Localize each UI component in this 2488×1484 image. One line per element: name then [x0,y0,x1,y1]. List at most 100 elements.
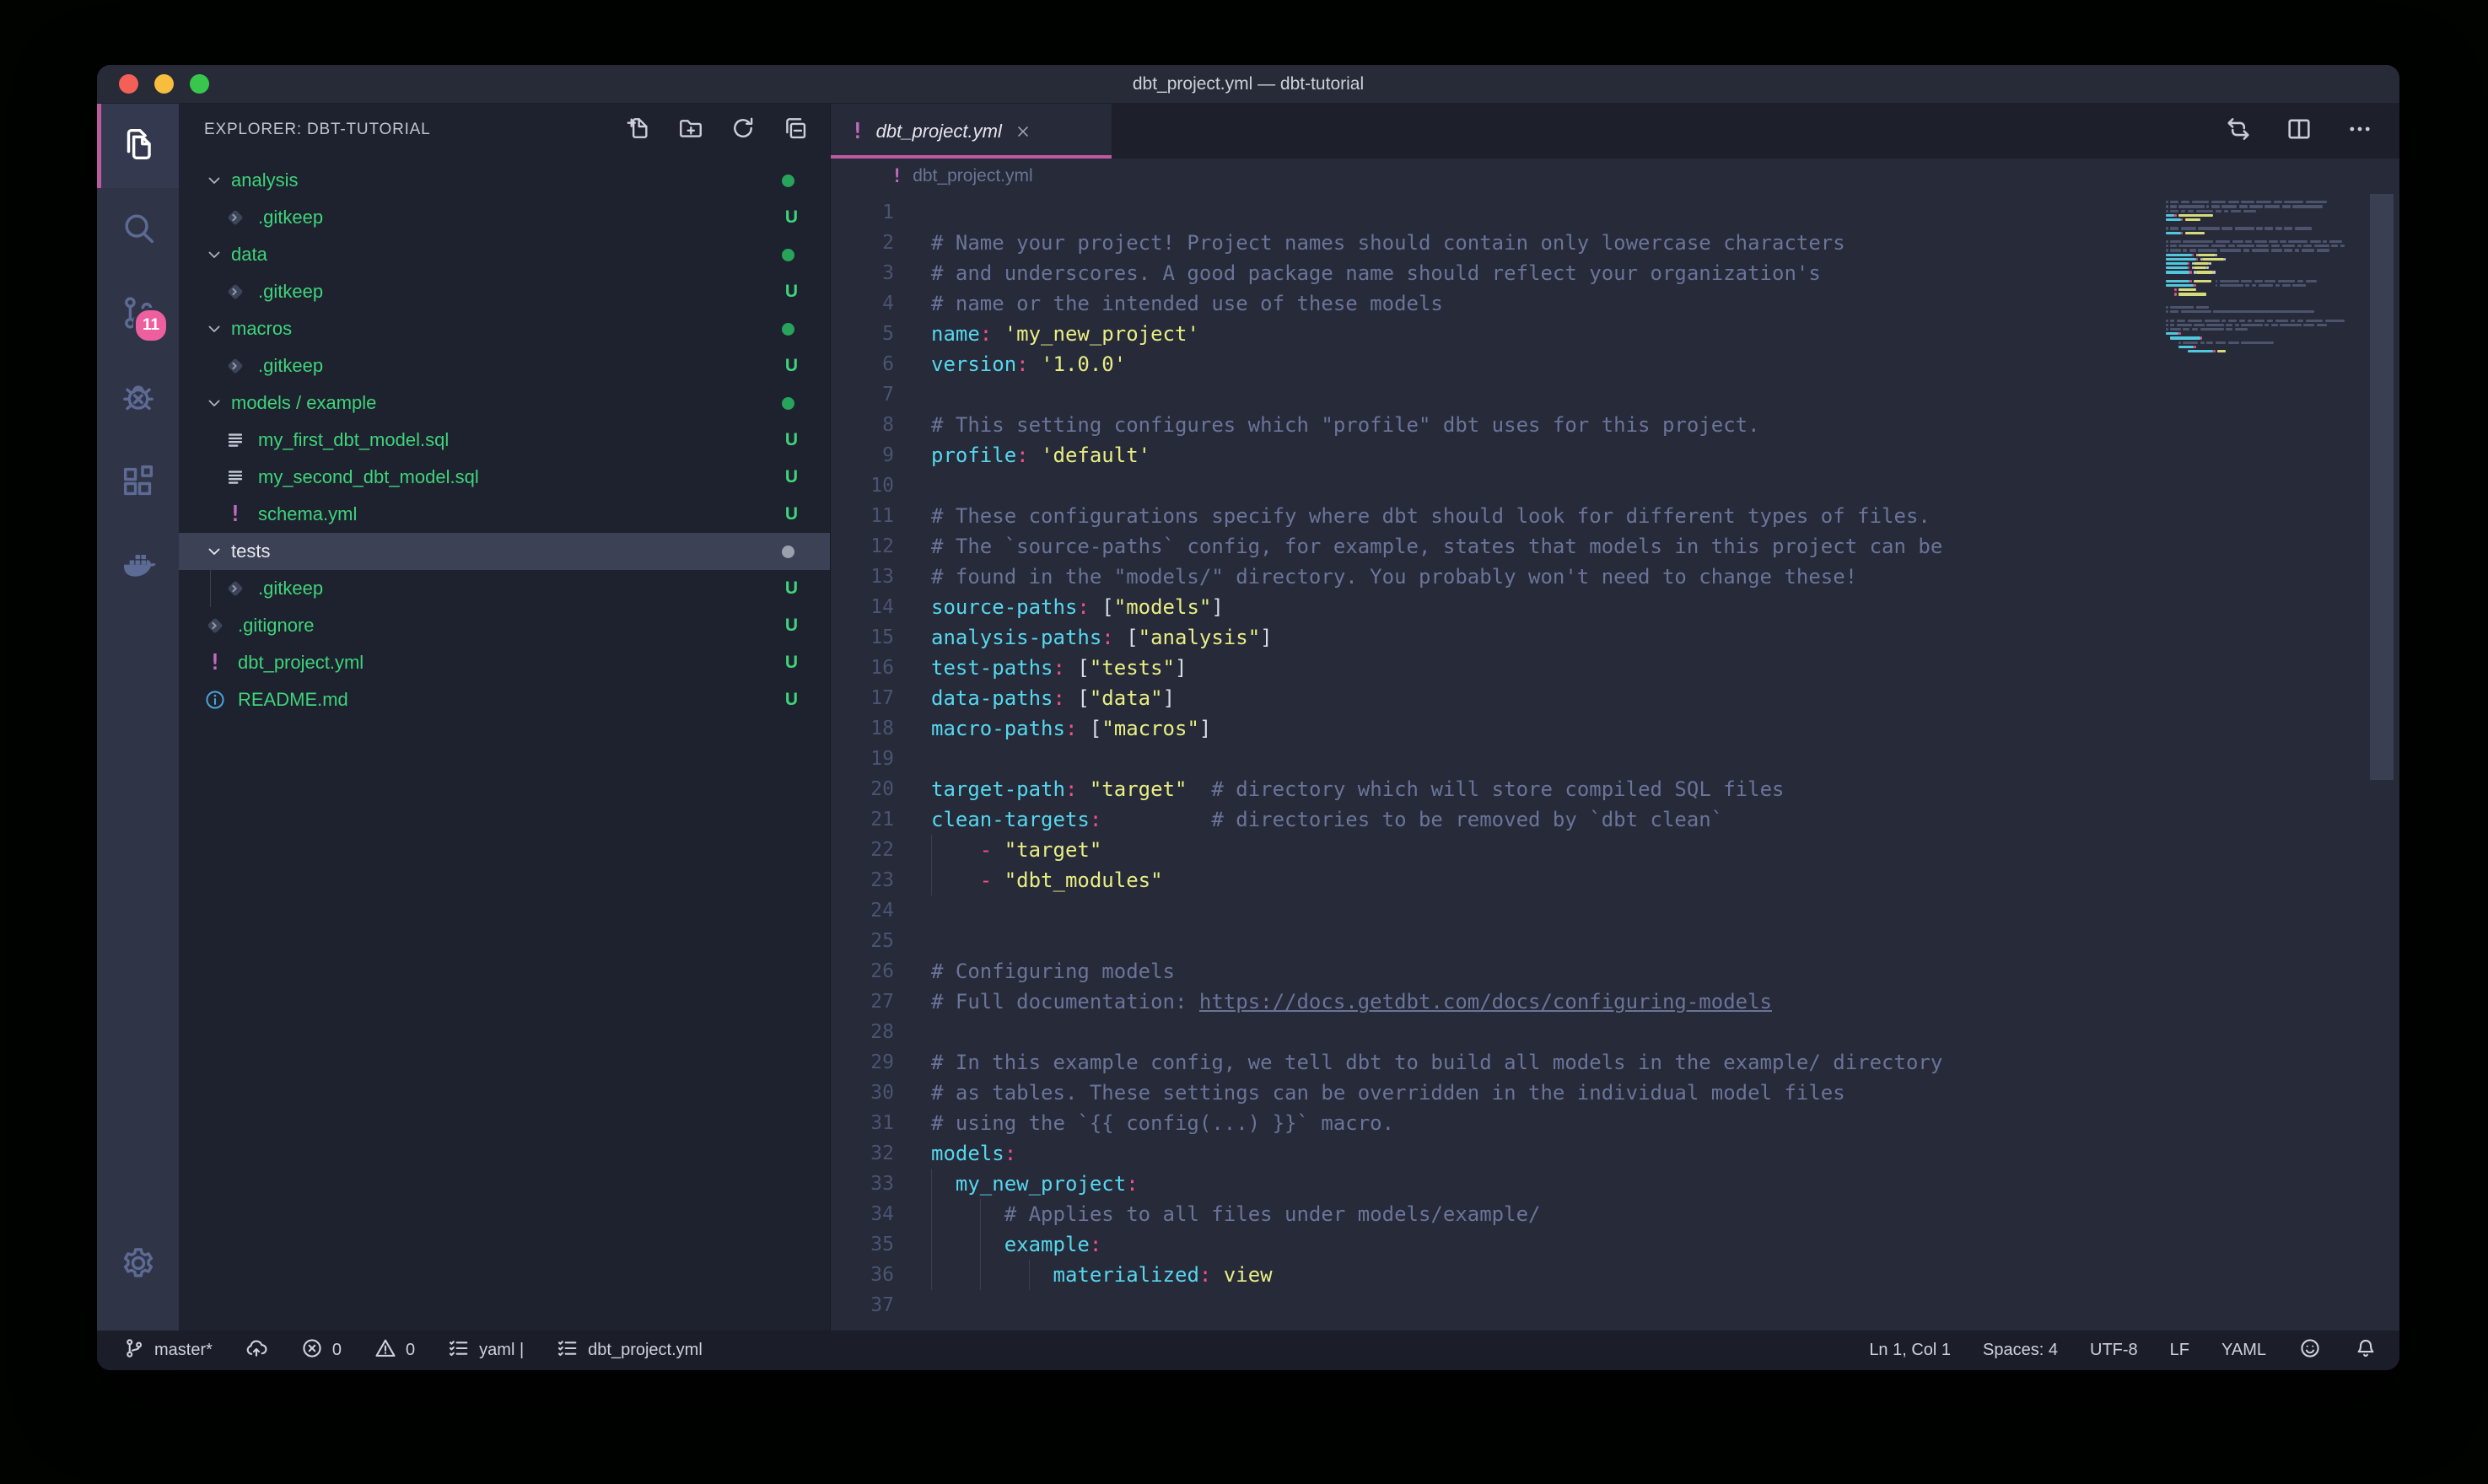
minimap-line [2170,328,2181,331]
tree-item-my-first-dbt-model-sql[interactable]: my_first_dbt_model.sqlU [179,422,830,459]
zoom-window-button[interactable] [190,74,209,94]
minimap-line [2224,210,2228,212]
status-warning-count[interactable]: 0 [374,1336,415,1365]
activity-item-explorer[interactable] [97,104,179,188]
status-feedback[interactable] [2298,1336,2322,1365]
status-notifications[interactable] [2354,1336,2378,1365]
activity-item-debug[interactable] [97,357,179,441]
tree-item--gitignore[interactable]: .gitignoreU [179,607,830,644]
status-linter-yaml[interactable]: yaml | [447,1336,524,1365]
tree-item-analysis[interactable]: analysis [179,162,830,199]
tree-item-macros[interactable]: macros [179,310,830,347]
code-editor[interactable]: 12# Name your project! Project names sho… [831,194,2399,1331]
minimap-line [2232,240,2243,243]
activity-item-extensions[interactable] [97,441,179,525]
tree-item-dbt-project-yml[interactable]: !dbt_project.ymlU [179,644,830,681]
line-number: 4 [831,293,894,315]
split-editor-button[interactable] [2281,114,2317,149]
activity-item-settings[interactable] [97,1223,179,1307]
tree-item-tests[interactable]: tests [179,533,830,570]
code-line: 2# Name your project! Project names shou… [831,228,2399,258]
activity-item-search[interactable] [97,188,179,272]
status-indentation[interactable]: Spaces: 4 [1983,1341,2058,1360]
tree-item-my-second-dbt-model-sql[interactable]: my_second_dbt_model.sqlU [179,459,830,496]
minimap-line [2188,266,2190,269]
tab-dbt-project-yml[interactable]: ! dbt_project.yml [831,104,1112,159]
activity-item-docker[interactable] [97,525,179,610]
minimap-line [2188,210,2195,212]
minimap-line [2297,245,2302,247]
documentation-link[interactable]: https://docs.getdbt.com/docs/configuring… [1199,990,1772,1014]
minimap-line [2198,227,2220,229]
minimap-line [2206,205,2209,207]
line-number: 25 [831,930,894,952]
more-actions-button[interactable] [2342,114,2378,149]
minimap[interactable] [2166,196,2368,365]
minimap-line [2183,249,2187,251]
minimap-line [2183,341,2198,344]
status-bar-left: master* 0 0 yaml | dbt_project.yml [122,1336,703,1365]
minimap-line [2178,346,2194,348]
minimap-line [2188,320,2203,322]
minimap-line [2314,245,2329,247]
tree-item--gitkeep[interactable]: .gitkeepU [179,570,830,607]
git-status-badge: U [785,356,830,376]
code-line: 30# as tables. These settings can be ove… [831,1078,2399,1108]
status-sync-status[interactable] [245,1336,268,1365]
minimap-line [2194,280,2211,282]
minimap-line [2302,249,2314,251]
refresh-button[interactable] [727,114,759,146]
minimap-line [2211,201,2227,203]
activity-bar-bottom [97,1223,179,1331]
minimap-line [2239,205,2248,207]
minimap-line [2213,271,2216,273]
minimap-line [2166,210,2168,212]
extensions-icon [119,462,158,505]
status-branch-status[interactable]: master* [122,1336,213,1365]
status-error-count[interactable]: 0 [300,1336,342,1365]
minimap-line [2166,262,2188,265]
tree-item-schema-yml[interactable]: !schema.ymlU [179,496,830,533]
line-number: 9 [831,444,894,466]
minimap-line [2205,320,2220,322]
minimap-line [2291,320,2295,322]
explorer-sidebar: EXPLORER: DBT-TUTORIAL analysis.gitkeepU… [179,104,831,1331]
minimap-line [2178,341,2181,344]
status-language-mode[interactable]: YAML [2221,1341,2266,1360]
minimap-line [2181,201,2189,203]
code-line: 19 [831,744,2399,774]
editor-scrollbar[interactable] [2370,194,2394,780]
git-status-dot [782,323,794,336]
tree-item-label: .gitkeep [258,281,785,303]
tree-item--gitkeep[interactable]: .gitkeepU [179,347,830,384]
breadcrumb[interactable]: ! dbt_project.yml [831,159,2399,194]
tree-item-models-example[interactable]: models / example [179,384,830,422]
status-cursor-position[interactable]: Ln 1, Col 1 [1869,1341,1951,1360]
activity-item-source-control[interactable]: 11 [97,272,179,357]
minimap-line [2178,332,2181,335]
minimap-line [2166,332,2178,335]
tree-item-data[interactable]: data [179,236,830,273]
minimap-line [2254,280,2263,282]
status-linter-file[interactable]: dbt_project.yml [556,1336,703,1365]
close-tab-icon[interactable] [1014,122,1032,141]
minimap-line [2241,201,2254,203]
new-file-button[interactable] [622,114,654,146]
status-encoding[interactable]: UTF-8 [2090,1341,2138,1360]
git-file-icon [223,576,248,601]
minimize-window-button[interactable] [154,74,174,94]
tree-item-readme-md[interactable]: README.mdU [179,681,830,718]
minimap-line [2202,258,2224,261]
line-number: 20 [831,778,894,800]
close-window-button[interactable] [119,74,138,94]
line-number: 19 [831,748,894,770]
tree-item--gitkeep[interactable]: .gitkeepU [179,273,830,310]
line-number: 27 [831,991,894,1013]
minimap-line [2249,205,2262,207]
status-eol[interactable]: LF [2170,1341,2189,1360]
new-folder-button[interactable] [675,114,707,146]
open-changes-button[interactable] [2221,114,2256,149]
minimap-line [2274,201,2282,203]
tree-item--gitkeep[interactable]: .gitkeepU [179,199,830,236]
collapse-all-button[interactable] [779,114,811,146]
